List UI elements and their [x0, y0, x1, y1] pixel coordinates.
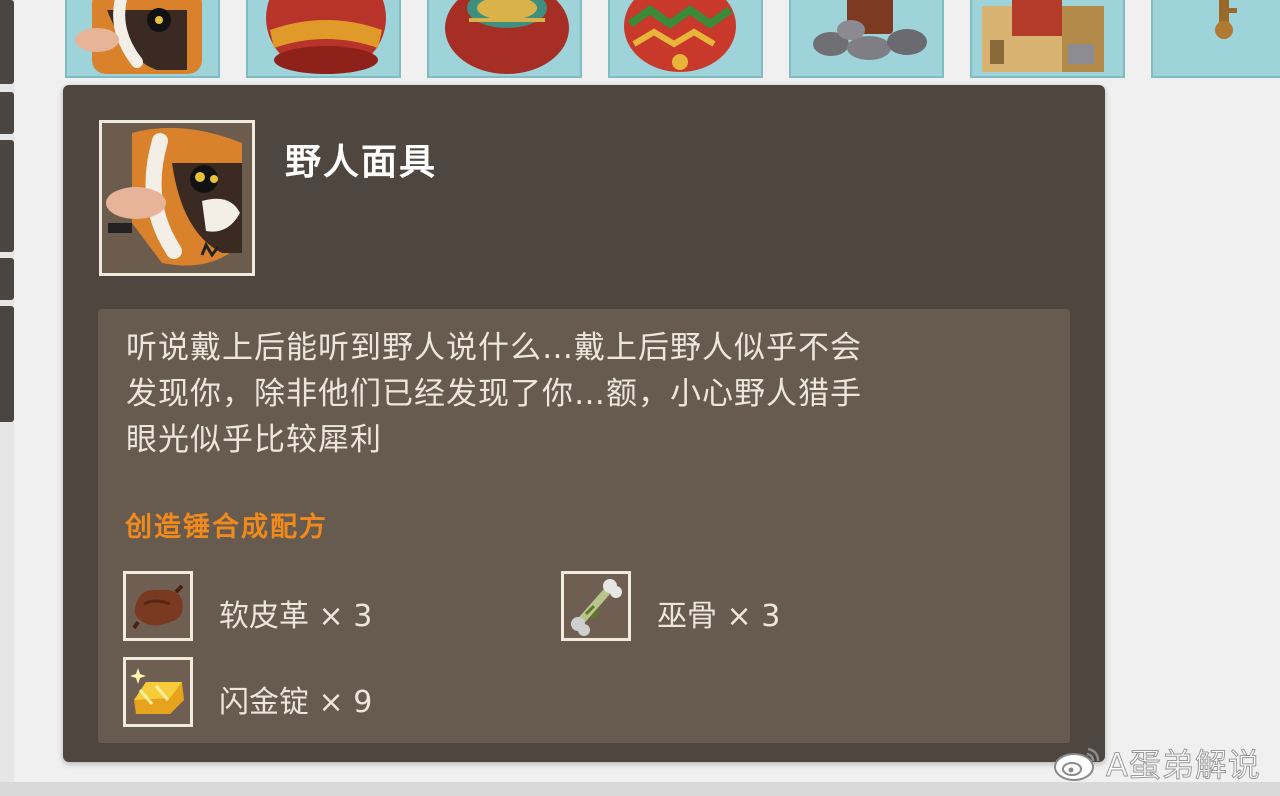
item-slot[interactable] — [1151, 0, 1280, 78]
watermark-text: A蛋弟解说 — [1106, 746, 1261, 785]
item-title: 野人面具 — [285, 142, 438, 183]
ingredient-qty: × 3 — [318, 599, 373, 634]
gold-ingot-icon — [123, 657, 193, 727]
item-slot[interactable] — [970, 0, 1125, 78]
left-tab-strip — [0, 0, 14, 796]
weibo-icon — [1054, 747, 1100, 781]
key-icon — [1215, 0, 1237, 39]
item-slot[interactable] — [427, 0, 582, 78]
item-portrait — [99, 120, 255, 276]
ingredient-name: 巫骨 — [657, 599, 717, 634]
description-line: 眼光似乎比较犀利 — [126, 422, 382, 458]
watermark: A蛋弟解说 — [1052, 740, 1261, 786]
painted-egg-icon — [624, 0, 736, 72]
item-slot[interactable] — [789, 0, 944, 78]
description-box: 听说戴上后能听到野人说什么…戴上后野人似乎不会 发现你，除非他们已经发现了你…额… — [98, 309, 1070, 743]
item-slot[interactable] — [65, 0, 220, 78]
castle-block-icon — [982, 0, 1104, 72]
item-description: 听说戴上后能听到野人说什么…戴上后野人似乎不会 发现你，除非他们已经发现了你…额… — [126, 325, 1006, 463]
ingredient-label: 软皮革 × 3 — [219, 591, 372, 635]
soft-leather-icon — [123, 571, 193, 641]
ingredient-qty: × 3 — [726, 599, 781, 634]
ingredient-witch-bone[interactable]: 巫骨 × 3 — [561, 571, 921, 641]
tribal-helmet-icon — [445, 0, 569, 74]
savage-mask-icon — [75, 0, 202, 74]
item-tooltip-panel: 野人面具 听说戴上后能听到野人说什么…戴上后野人似乎不会 发现你，除非他们已经发… — [63, 85, 1105, 762]
side-tab[interactable] — [0, 306, 14, 422]
ingredient-gold-ingot[interactable]: 闪金锭 × 9 — [123, 657, 483, 727]
item-slot-row — [0, 0, 1280, 82]
side-tab[interactable] — [0, 258, 14, 300]
ingredient-label: 闪金锭 × 9 — [219, 677, 372, 721]
side-tab[interactable] — [0, 92, 14, 134]
witch-bone-icon — [561, 571, 631, 641]
item-slot[interactable] — [246, 0, 401, 78]
recipe-title: 创造锤合成配方 — [125, 512, 328, 543]
side-tab[interactable] — [0, 140, 14, 252]
red-helmet-icon — [266, 0, 386, 74]
ingredient-name: 闪金锭 — [219, 685, 309, 720]
game-ui: 野人面具 听说戴上后能听到野人说什么…戴上后野人似乎不会 发现你，除非他们已经发… — [0, 0, 1280, 796]
campfire-icon — [813, 0, 927, 60]
ingredient-soft-leather[interactable]: 软皮革 × 3 — [123, 571, 483, 641]
savage-mask-icon — [102, 123, 252, 273]
ingredient-label: 巫骨 × 3 — [657, 591, 780, 635]
ingredient-qty: × 9 — [318, 685, 373, 720]
description-line: 发现你，除非他们已经发现了你…额，小心野人猎手 — [126, 376, 862, 412]
description-line: 听说戴上后能听到野人说什么…戴上后野人似乎不会 — [126, 330, 862, 366]
item-slot[interactable] — [608, 0, 763, 78]
ingredient-name: 软皮革 — [219, 599, 309, 634]
